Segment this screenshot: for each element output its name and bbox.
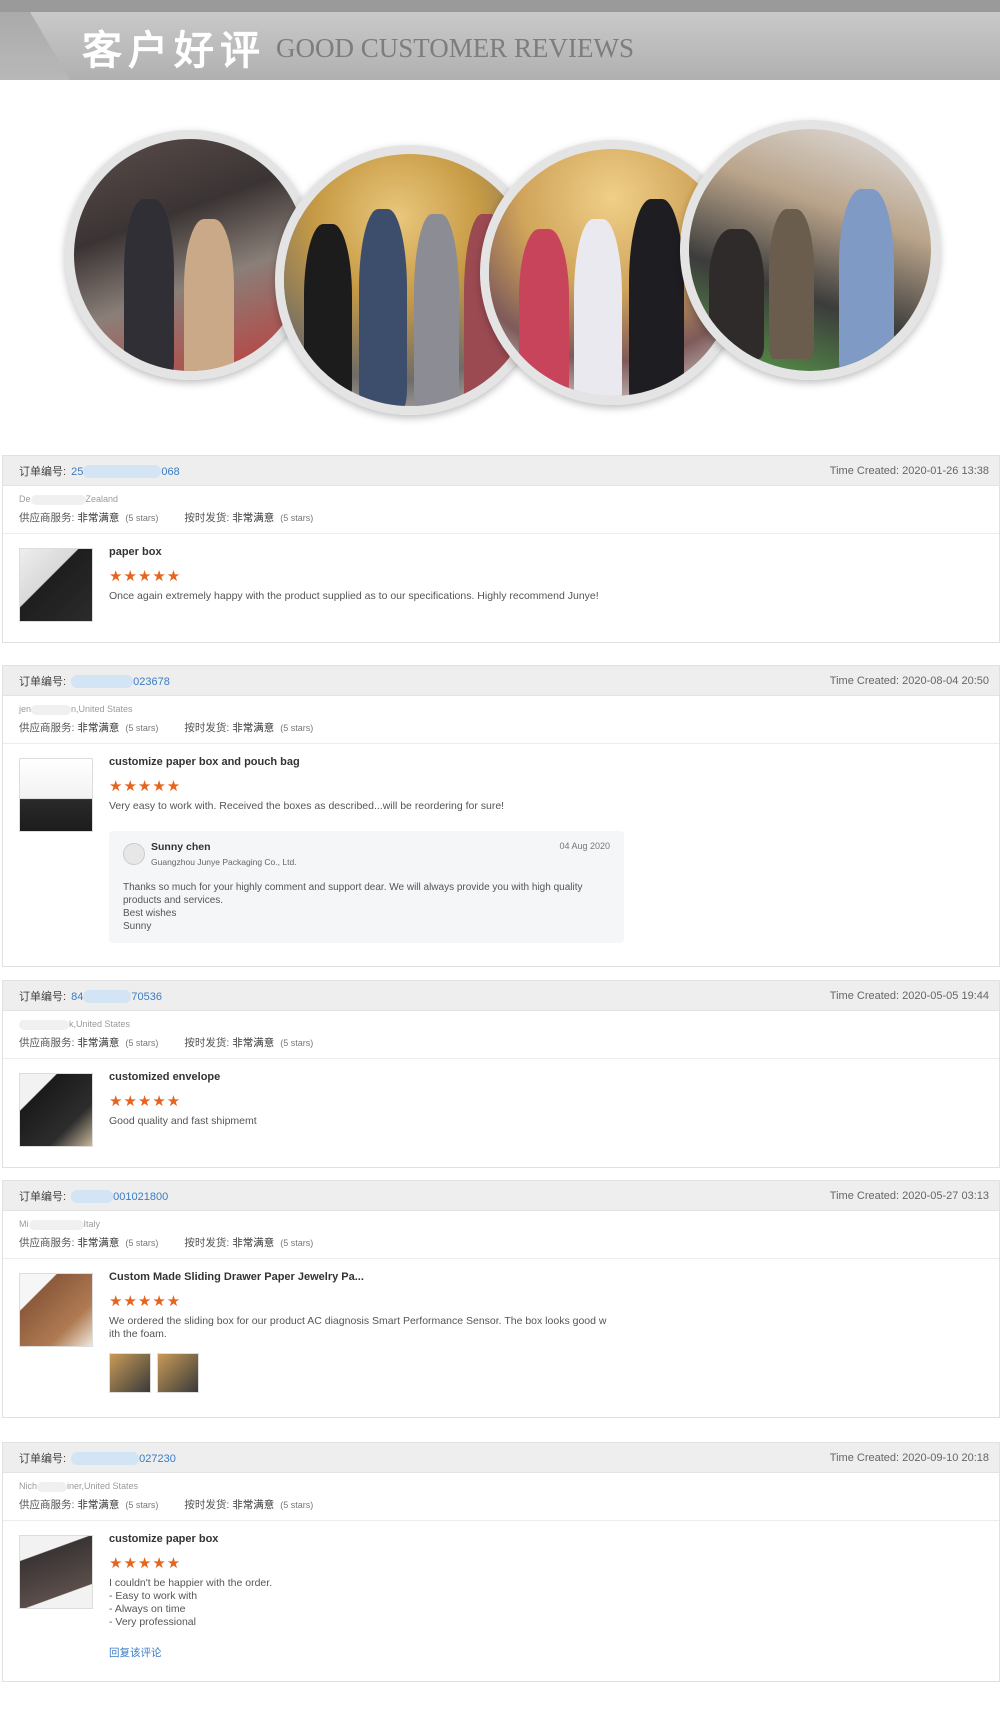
buyer-info: jen n,United States (19, 704, 133, 715)
review-body: customize paper box ★★★★★ I couldn't be … (3, 1521, 999, 1672)
buyer-info: Mi Italy (19, 1219, 101, 1230)
star-rating: ★★★★★ (109, 1555, 182, 1572)
review-header: 订单编号: 027230 Time Created: 2020-09-10 20… (3, 1443, 999, 1473)
review-card: 订单编号: 027230 Time Created: 2020-09-10 20… (2, 1442, 1000, 1682)
ratings-row: 供应商服务: 非常满意 (5 stars) 按时发货: 非常满意 (5 stars) (19, 1237, 314, 1249)
product-thumbnail[interactable] (19, 548, 93, 622)
order-number[interactable]: 84 70536 (71, 990, 162, 1004)
ratings-row: 供应商服务: 非常满意 (5 stars) 按时发货: 非常满意 (5 stars) (19, 1499, 314, 1511)
product-title[interactable]: customized envelope (109, 1071, 983, 1087)
product-thumbnail[interactable] (19, 1535, 93, 1609)
review-header: 订单编号: 84 70536 Time Created: 2020-05-05 1… (3, 981, 999, 1011)
order-number[interactable]: 001021800 (71, 1190, 168, 1204)
ratings-row: 供应商服务: 非常满意 (5 stars) 按时发货: 非常满意 (5 stars) (19, 512, 314, 524)
order-number[interactable]: 027230 (71, 1452, 176, 1466)
reply-to-review-link[interactable]: 回复该评论 (109, 1645, 983, 1660)
time-created: Time Created: 2020-05-05 19:44 (829, 989, 989, 1002)
star-rating: ★★★★★ (109, 1293, 182, 1310)
review-header: 订单编号: 25 068 Time Created: 2020-01-26 13:… (3, 456, 999, 486)
review-meta: Mi Italy 供应商服务: 非常满意 (5 stars) 按时发货: 非常满意(… (3, 1211, 999, 1259)
order-number[interactable]: 25 068 (71, 465, 180, 479)
reply-text: Thanks so much for your highly comment a… (123, 882, 583, 932)
review-image[interactable] (157, 1353, 199, 1393)
review-card: 订单编号: 001021800 Time Created: 2020-05-27… (2, 1180, 1000, 1418)
review-meta: Nich iner,United States 供应商服务: 非常满意 (5 sta… (3, 1473, 999, 1521)
review-comment: Good quality and fast shipmemt (109, 1115, 257, 1127)
review-body: Custom Made Sliding Drawer Paper Jewelry… (3, 1259, 999, 1405)
review-body: customized envelope ★★★★★ Good quality a… (3, 1059, 999, 1147)
star-rating: ★★★★★ (109, 778, 182, 795)
buyer-info: De Zealand (19, 494, 119, 505)
review-comment: Very easy to work with. Received the box… (109, 800, 505, 812)
review-body: customize paper box and pouch bag ★★★★★ … (3, 744, 999, 955)
review-header: 订单编号: 001021800 Time Created: 2020-05-27… (3, 1181, 999, 1211)
review-card: 订单编号: 25 068 Time Created: 2020-01-26 13:… (2, 455, 1000, 643)
star-rating: ★★★★★ (109, 1093, 182, 1110)
order-label: 订单编号: (19, 990, 67, 1003)
order-label: 订单编号: (19, 1190, 67, 1203)
banner-title-cn: 客户好评 (82, 28, 266, 74)
review-header: 订单编号: 023678 Time Created: 2020-08-04 20… (3, 666, 999, 696)
order-label: 订单编号: (19, 1452, 67, 1465)
avatar (123, 843, 145, 865)
buyer-info: k,United States (19, 1017, 983, 1031)
review-card: 订单编号: 023678 Time Created: 2020-08-04 20… (2, 665, 1000, 967)
product-title[interactable]: customize paper box (109, 1533, 983, 1549)
product-thumbnail[interactable] (19, 758, 93, 832)
order-label: 订单编号: (19, 465, 67, 478)
product-title[interactable]: customize paper box and pouch bag (109, 756, 983, 772)
order-number[interactable]: 023678 (71, 675, 170, 689)
review-comment: We ordered the sliding box for our produ… (109, 1315, 607, 1340)
review-comment: Once again extremely happy with the prod… (109, 590, 599, 602)
product-thumbnail[interactable] (19, 1073, 93, 1147)
star-rating: ★★★★★ (109, 568, 182, 585)
customer-photo-4 (680, 120, 940, 380)
product-thumbnail[interactable] (19, 1273, 93, 1347)
ratings-row: 供应商服务: 非常满意 (5 stars) 按时发货: 非常满意 (5 stars) (19, 1037, 314, 1049)
review-meta: De Zealand 供应商服务: 非常满意 (5 stars) 按时发货: 非常满… (3, 486, 999, 534)
banner-top-strip (0, 0, 1000, 12)
review-images (109, 1353, 983, 1393)
reply-company: Guangzhou Junye Packaging Co., Ltd. (151, 857, 297, 867)
time-created: Time Created: 2020-09-10 20:18 (829, 1451, 989, 1464)
review-card: 订单编号: 84 70536 Time Created: 2020-05-05 1… (2, 980, 1000, 1168)
review-comment: I couldn't be happier with the order. - … (109, 1577, 273, 1628)
reply-author: Sunny chen (151, 841, 211, 853)
time-created: Time Created: 2020-08-04 20:50 (829, 674, 989, 687)
seller-reply: Sunny chen 04 Aug 2020 Guangzhou Junye P… (109, 831, 624, 943)
buyer-info: Nich iner,United States (19, 1481, 139, 1492)
time-created: Time Created: 2020-01-26 13:38 (829, 464, 989, 477)
product-title[interactable]: Custom Made Sliding Drawer Paper Jewelry… (109, 1271, 983, 1287)
reply-date: 04 Aug 2020 (559, 841, 610, 851)
order-label: 订单编号: (19, 675, 67, 688)
review-meta: k,United States 供应商服务: 非常满意 (5 stars) 按时发… (3, 1011, 999, 1059)
review-body: paper box ★★★★★ Once again extremely hap… (3, 534, 999, 622)
banner-title-en: GOOD CUSTOMER REVIEWS (276, 33, 635, 63)
header-banner: 客户好评 GOOD CUSTOMER REVIEWS (0, 0, 1000, 80)
review-image[interactable] (109, 1353, 151, 1393)
review-meta: jen n,United States 供应商服务: 非常满意 (5 stars) … (3, 696, 999, 744)
time-created: Time Created: 2020-05-27 03:13 (829, 1189, 989, 1202)
ratings-row: 供应商服务: 非常满意 (5 stars) 按时发货: 非常满意 (5 stars) (19, 722, 314, 734)
customer-photo-strip (60, 120, 960, 415)
product-title[interactable]: paper box (109, 546, 983, 562)
